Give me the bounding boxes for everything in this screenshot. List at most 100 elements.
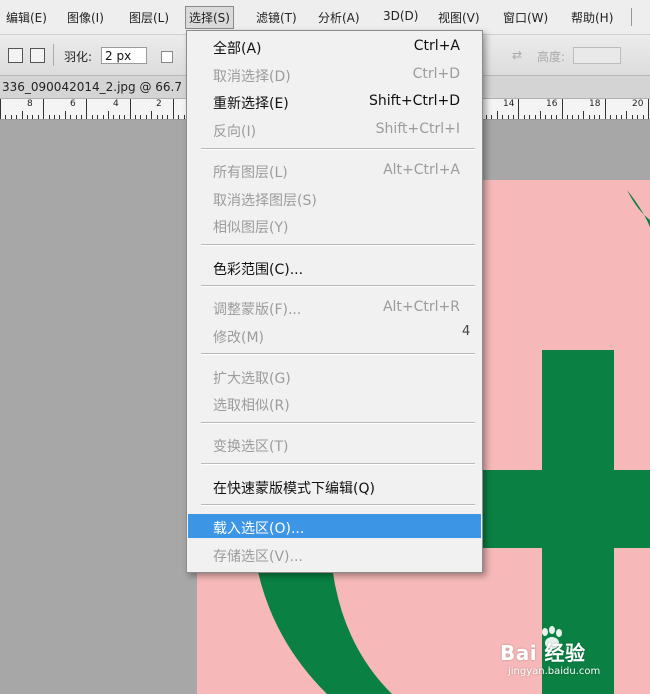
menu-window[interactable]: 窗口(W) (503, 9, 548, 26)
menu-item-color-range[interactable]: 色彩范围(C)... (188, 255, 481, 279)
menu-view[interactable]: 视图(V) (438, 9, 480, 26)
menu-item-label: 扩大选取(G) (213, 371, 291, 387)
ruler-tick (545, 115, 547, 119)
ruler-tick (113, 115, 115, 119)
ruler-tick (54, 115, 55, 119)
ruler-tick (129, 99, 131, 119)
ruler-tick (583, 111, 585, 119)
ruler-tick (615, 115, 617, 119)
ruler-tick (0, 99, 1, 119)
menu-item-inverse: 反向(I) Shift+Ctrl+I (188, 117, 481, 141)
ruler-tick (496, 111, 498, 119)
menu-analysis[interactable]: 分析(A) (318, 9, 360, 26)
menu-item-label: 变换选区(T) (213, 439, 289, 455)
ruler-tick (534, 115, 536, 119)
ruler-tick (118, 115, 120, 119)
menu-item-reselect[interactable]: 重新选择(E) Shift+Ctrl+D (188, 89, 481, 113)
menu-item-deselect-layers: 取消选择图层(S) (188, 186, 481, 210)
menu-item-label: 取消选择图层(S) (213, 193, 317, 209)
menu-separator (201, 244, 475, 246)
ruler-tick (491, 115, 493, 119)
ruler-tick (183, 115, 185, 119)
menu-item-similar: 选取相似(R) (188, 391, 481, 415)
menu-item-shortcut: Shift+Ctrl+D (369, 93, 460, 109)
selection-mode-icon[interactable] (8, 48, 23, 63)
ruler-tick (529, 115, 531, 119)
ruler-tick (10, 115, 12, 119)
menu-item-load-selection[interactable]: 载入选区(O)... (188, 514, 481, 538)
ruler-tick (513, 115, 514, 119)
ruler-tick (486, 115, 487, 119)
ruler-tick (178, 115, 180, 119)
menu-separator (201, 504, 475, 506)
menu-item-transform-selection: 变换选区(T) (188, 432, 481, 456)
ruler-tick (621, 115, 622, 119)
ruler-tick (594, 115, 595, 119)
ruler-tick (577, 115, 579, 119)
ruler-tick (59, 115, 61, 119)
menu-filter[interactable]: 滤镜(T) (256, 9, 297, 26)
glyph-stroke-shape (462, 470, 650, 548)
feather-input[interactable]: 2 px (101, 47, 147, 64)
ruler-tick (604, 99, 606, 119)
ruler-tick (507, 115, 509, 119)
menu-item-label: 全部(A) (213, 41, 262, 57)
menu-item-select-all[interactable]: 全部(A) Ctrl+A (188, 34, 481, 58)
selection-mode-icon[interactable] (30, 48, 45, 63)
height-label: 高度: (537, 50, 566, 64)
swap-icon[interactable]: ⇄ (512, 48, 522, 62)
ruler-tick (567, 115, 568, 119)
ruler-tick (108, 111, 109, 119)
ruler-tick (540, 111, 541, 119)
menu-image[interactable]: 图像(I) (67, 9, 104, 26)
ruler-tick (140, 115, 142, 119)
height-field[interactable] (573, 47, 621, 64)
menu-select[interactable]: 选择(S) (185, 6, 234, 29)
ruler-label: 14 (503, 99, 515, 109)
ruler-tick (626, 111, 628, 119)
ruler-tick (75, 115, 77, 119)
menu-edit[interactable]: 编辑(E) (6, 9, 47, 26)
menu-item-shortcut: Ctrl+D (412, 66, 460, 82)
menu-item-shortcut: Alt+Ctrl+A (383, 162, 460, 178)
menu-item-label: 在快速蒙版模式下编辑(Q) (213, 481, 375, 497)
menu-item-label: 调整蒙版(F)... (213, 302, 302, 318)
ruler-label: 4 (113, 99, 119, 109)
menu-item-label: 取消选择(D) (213, 69, 291, 85)
menu-item-label: 存储选区(V)... (213, 549, 303, 565)
ruler-tick (97, 115, 99, 119)
menu-item-shortcut: Ctrl+A (413, 38, 460, 54)
menu-layer[interactable]: 图层(L) (129, 9, 169, 26)
ruler-label: 18 (589, 99, 601, 109)
menu-item-label: 选取相似(R) (213, 398, 290, 414)
menu-separator (201, 148, 475, 150)
ruler-tick (610, 115, 612, 119)
ruler-tick (167, 115, 169, 119)
menubar-divider (631, 8, 632, 26)
menu-separator (201, 463, 475, 465)
ruler-tick (172, 99, 174, 119)
glyph-curve-shape (627, 190, 650, 270)
menu-item-shortcut: Shift+Ctrl+I (375, 121, 460, 137)
ruler-tick (642, 115, 644, 119)
ruler-tick (518, 99, 520, 119)
ruler-tick (637, 115, 639, 119)
menu-item-modify: 修改(M) (188, 323, 481, 347)
menu-3d[interactable]: 3D(D) (383, 9, 418, 23)
anti-alias-checkbox[interactable] (161, 51, 173, 63)
ruler-tick (556, 115, 558, 119)
ruler-tick (21, 111, 23, 119)
ruler-tick (145, 115, 147, 119)
ruler-tick (561, 99, 563, 119)
document-title: 336_090042014_2.jpg @ 66.7 (2, 80, 182, 94)
menu-separator (201, 285, 475, 287)
ruler-tick (91, 115, 93, 119)
ruler-tick (5, 115, 7, 119)
menu-help[interactable]: 帮助(H) (571, 9, 613, 26)
menu-item-label: 载入选区(O)... (213, 521, 305, 537)
feather-label: 羽化: (64, 50, 93, 64)
menu-item-quick-mask[interactable]: 在快速蒙版模式下编辑(Q) (188, 474, 481, 498)
menu-item-shortcut: Alt+Ctrl+R (382, 299, 460, 315)
menu-item-label: 色彩范围(C)... (213, 262, 304, 278)
ruler-tick (648, 99, 649, 119)
